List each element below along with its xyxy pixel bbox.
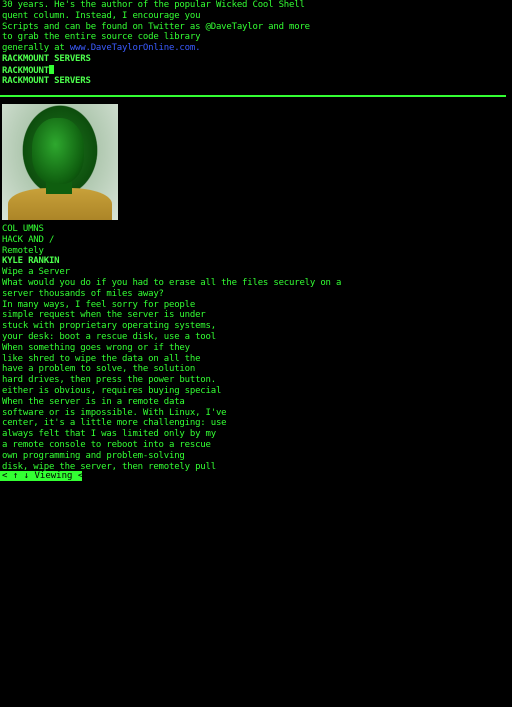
- article-text-upper: 30 years. He's the author of the popular…: [2, 0, 510, 43]
- article-line: always felt that I was limited only by m…: [2, 429, 216, 440]
- article-line: your desk: boot a rescue disk, use a too…: [2, 331, 216, 342]
- article-text-lower: Wipe a Server What would you do if you ha…: [2, 267, 510, 472]
- article-line: Wipe a Server: [2, 267, 70, 278]
- text-cursor: [48, 64, 54, 74]
- article-line: like shred to wipe the data on all the: [2, 353, 201, 364]
- author-name: KYLE RANKIN: [2, 256, 60, 267]
- text-line: quent column. Instead, I encourage you: [2, 10, 201, 21]
- article-line: What would you do if you had to erase al…: [2, 277, 342, 288]
- link-prefix: generally at: [2, 43, 70, 54]
- article-line: center, it's a little more challenging: …: [2, 418, 227, 429]
- article-line: have a problem to solve, the solution: [2, 364, 196, 375]
- article-line: either is obvious, requires buying speci…: [2, 385, 222, 396]
- column-line: COL UMNS: [2, 224, 44, 234]
- column-line: Remotely: [2, 245, 44, 256]
- heading-rackmount-cursor-line[interactable]: RACKMOUNT: [2, 64, 510, 76]
- column-header: COL UMNS HACK AND / Remotely: [2, 224, 510, 256]
- column-line: HACK AND /: [2, 234, 55, 245]
- text-line: 30 years. He's the author of the popular…: [2, 0, 305, 10]
- article-line: simple request when the server is under: [2, 310, 206, 321]
- heading-rackmount: RACKMOUNT: [2, 65, 49, 76]
- horizontal-rule: [0, 95, 506, 97]
- article-line: When something goes wrong or if they: [2, 342, 190, 353]
- photo-face: [32, 118, 84, 184]
- author-website-link[interactable]: www.DaveTaylorOnline.com.: [70, 43, 201, 53]
- article-line: stuck with proprietary operating systems…: [2, 321, 216, 332]
- heading-rackmount-servers-2: RACKMOUNT SERVERS: [2, 75, 91, 86]
- article-line: In many ways, I feel sorry for people: [2, 299, 196, 310]
- heading-rackmount-servers: RACKMOUNT SERVERS: [2, 53, 91, 64]
- article-line: a remote console to reboot into a rescue: [2, 439, 211, 450]
- status-bar: < ↑ ↓ Viewing <>: [0, 471, 89, 481]
- article-line: hard drives, then press the power button…: [2, 375, 216, 386]
- article-line: server thousands of miles away?: [2, 288, 164, 299]
- article-body: COL UMNS HACK AND / Remotely KYLE RANKIN W…: [2, 224, 510, 707]
- link-line: generally at www.DaveTaylorOnline.com.: [2, 43, 510, 54]
- text-line: Scripts and can be found on Twitter as @…: [2, 21, 310, 32]
- article-line: own programming and problem-solving: [2, 450, 185, 461]
- article-line: When the server is in a remote data: [2, 396, 185, 407]
- article-line: software or is impossible. With Linux, I…: [2, 407, 227, 418]
- text-line: to grab the entire source code library: [2, 32, 201, 43]
- author-photo-icon: [2, 104, 118, 220]
